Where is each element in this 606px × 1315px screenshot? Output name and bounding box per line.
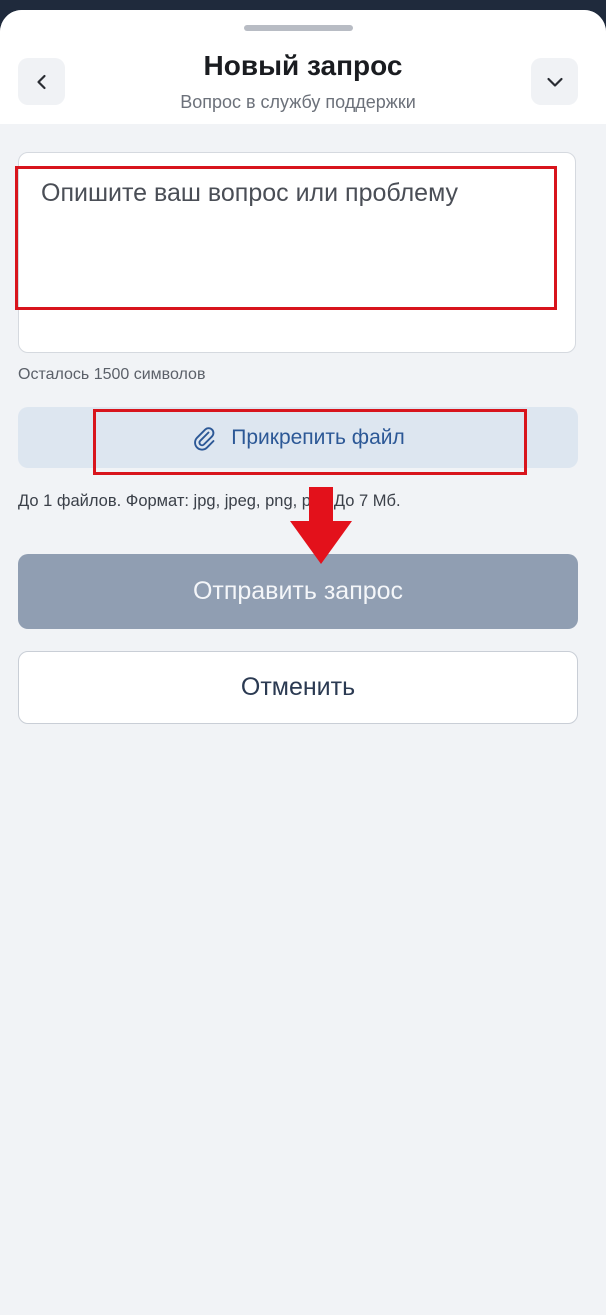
sheet-header: Новый запрос Вопрос в службу поддержки (0, 10, 606, 124)
page-subtitle: Вопрос в службу поддержки (180, 92, 416, 112)
chars-left-counter: Осталось 1500 символов (18, 366, 206, 383)
submit-request-label: Отправить запрос (192, 577, 404, 605)
submit-request-button[interactable]: Отправить запрос (18, 554, 578, 629)
page-title: Новый запрос (203, 50, 403, 81)
back-button[interactable] (18, 58, 65, 105)
highlight-frame-attach (93, 409, 527, 475)
highlight-frame-textarea (15, 166, 557, 310)
chevron-left-icon (36, 74, 46, 89)
cancel-label: Отменить (240, 673, 356, 701)
chevron-down-icon (546, 77, 563, 87)
bottom-sheet: Новый запрос Вопрос в службу поддержки О… (0, 10, 606, 1315)
cancel-button[interactable]: Отменить (18, 651, 578, 724)
collapse-button[interactable] (531, 58, 578, 105)
sheet-grabber[interactable] (244, 25, 353, 31)
arrow-down-icon (290, 487, 352, 564)
